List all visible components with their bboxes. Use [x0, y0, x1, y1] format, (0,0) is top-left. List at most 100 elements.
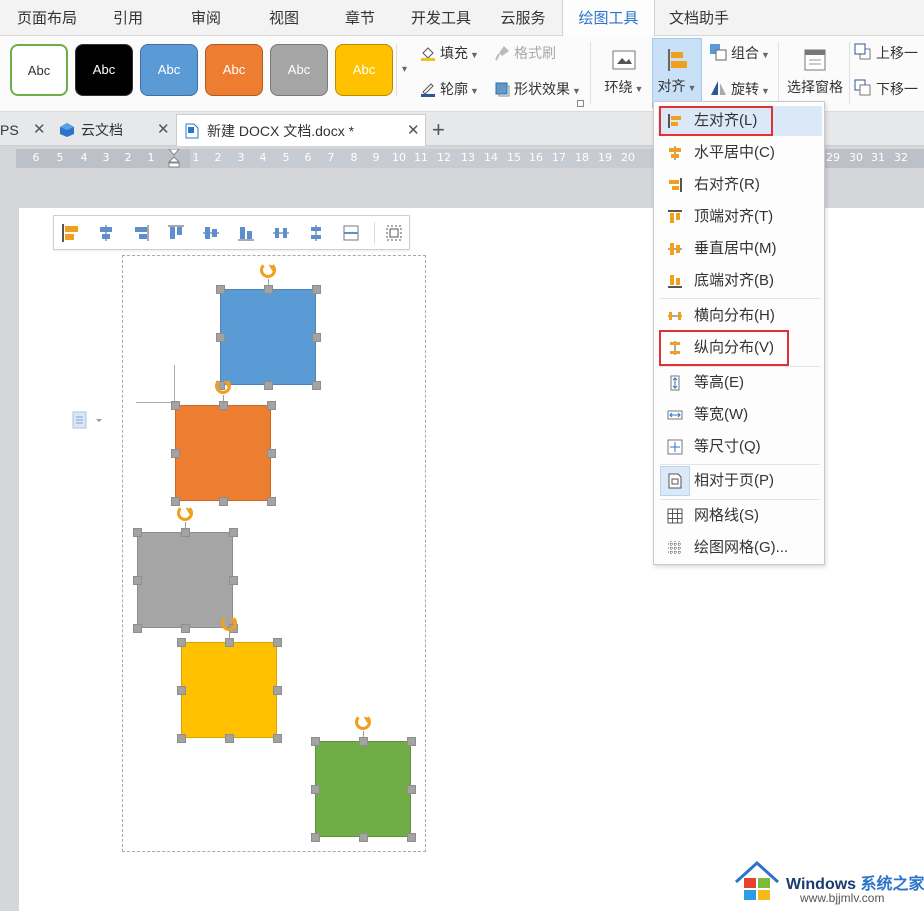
distribute-horizontal-icon[interactable] [272, 224, 290, 242]
shape-yellow-square[interactable] [181, 642, 277, 738]
close-icon[interactable]: ✕ [407, 115, 420, 147]
styles-more-icon[interactable]: ▾ [396, 44, 412, 96]
resize-handle[interactable] [273, 686, 282, 695]
group-selection-icon[interactable] [385, 224, 403, 242]
align-bottom-icon[interactable] [237, 224, 255, 242]
align-middle-icon[interactable] [202, 224, 220, 242]
shape-style-yellow[interactable]: Abc [335, 44, 393, 96]
resize-handle[interactable] [312, 333, 321, 342]
menu-item-same-width[interactable]: 等宽(W) [658, 400, 822, 430]
same-size-icon[interactable] [342, 224, 360, 242]
resize-handle[interactable] [171, 401, 180, 410]
resize-handle[interactable] [273, 734, 282, 743]
align-button[interactable]: 对齐 ▼ [652, 38, 702, 108]
tab-view[interactable]: 视图 [254, 0, 314, 36]
rotate-handle-icon[interactable] [177, 505, 193, 521]
group-button[interactable]: 组合 ▼ [709, 41, 770, 65]
selection-pane-button[interactable]: 选择窗格 [782, 38, 848, 108]
resize-handle[interactable] [229, 576, 238, 585]
resize-handle[interactable] [229, 528, 238, 537]
tab-cloud[interactable]: 云服务 [492, 0, 554, 36]
shape-orange-square[interactable] [175, 405, 271, 501]
resize-handle[interactable] [181, 624, 190, 633]
rotate-button[interactable]: 旋转 ▼ [709, 77, 770, 101]
menu-item-gridlines[interactable]: 网格线(S) [658, 501, 822, 531]
rotate-handle-icon[interactable] [215, 378, 231, 394]
resize-handle[interactable] [311, 785, 320, 794]
menu-item-align-top[interactable]: 顶端对齐(T) [658, 202, 822, 232]
resize-handle[interactable] [267, 449, 276, 458]
rotate-handle-icon[interactable] [260, 262, 276, 278]
tab-references[interactable]: 引用 [98, 0, 158, 36]
resize-handle[interactable] [219, 497, 228, 506]
menu-item-align-right[interactable]: 右对齐(R) [658, 170, 822, 200]
menu-item-align-middle[interactable]: 垂直居中(M) [658, 234, 822, 264]
resize-handle[interactable] [225, 734, 234, 743]
shape-gray-square[interactable] [137, 532, 233, 628]
resize-handle[interactable] [133, 576, 142, 585]
close-icon[interactable]: ✕ [33, 114, 46, 146]
align-left-icon[interactable] [61, 223, 81, 243]
outline-button[interactable]: 轮廓 ▼ [420, 77, 479, 101]
resize-handle[interactable] [267, 401, 276, 410]
align-center-icon[interactable] [97, 224, 115, 242]
tab-page-layout[interactable]: 页面布局 [4, 0, 90, 36]
rotate-handle-icon[interactable] [355, 714, 371, 730]
resize-handle[interactable] [407, 785, 416, 794]
menu-item-align-bottom[interactable]: 底端对齐(B) [658, 266, 822, 296]
indent-marker-icon[interactable] [168, 149, 180, 168]
menu-item-distribute-horizontal[interactable]: 横向分布(H) [658, 301, 822, 331]
fill-button[interactable]: 填充 ▼ [420, 41, 479, 65]
tab-drawing-tools[interactable]: 绘图工具 [562, 0, 655, 37]
distribute-vertical-icon[interactable] [307, 224, 325, 242]
align-right-icon[interactable] [132, 224, 150, 242]
doc-tab-current[interactable]: 新建 DOCX 文档.docx * ✕ [176, 114, 426, 146]
resize-handle[interactable] [312, 381, 321, 390]
menu-item-same-size[interactable]: 等尺寸(Q) [658, 432, 822, 462]
doc-tab-cloud[interactable]: 云文档 ✕ [56, 114, 174, 146]
doc-tab-ps[interactable]: PS ✕ [0, 114, 50, 146]
resize-handle[interactable] [359, 833, 368, 842]
tab-developer[interactable]: 开发工具 [404, 0, 478, 36]
bring-forward-button[interactable]: 上移一 [854, 41, 918, 65]
resize-handle[interactable] [407, 833, 416, 842]
resize-handle[interactable] [177, 734, 186, 743]
shape-style-gray[interactable]: Abc [270, 44, 328, 96]
menu-item-align-center[interactable]: 水平居中(C) [658, 138, 822, 168]
resize-handle[interactable] [311, 833, 320, 842]
dialog-launcher-icon[interactable] [577, 100, 584, 107]
tab-section[interactable]: 章节 [330, 0, 390, 36]
shape-effects-button[interactable]: 形状效果 ▼ [494, 77, 581, 101]
close-icon[interactable]: ✕ [157, 114, 170, 146]
resize-handle[interactable] [133, 528, 142, 537]
align-top-icon[interactable] [167, 224, 185, 242]
resize-handle[interactable] [216, 333, 225, 342]
shape-style-orange[interactable]: Abc [205, 44, 263, 96]
resize-handle[interactable] [312, 285, 321, 294]
resize-handle[interactable] [216, 285, 225, 294]
shape-green-square[interactable] [315, 741, 411, 837]
new-tab-button[interactable]: + [432, 114, 452, 146]
resize-handle[interactable] [407, 737, 416, 746]
tab-doc-assistant[interactable]: 文档助手 [662, 0, 736, 36]
resize-handle[interactable] [177, 686, 186, 695]
resize-handle[interactable] [171, 497, 180, 506]
format-brush-button[interactable]: 格式刷 [494, 41, 556, 65]
tab-review[interactable]: 审阅 [176, 0, 236, 36]
shape-blue-square[interactable] [220, 289, 316, 385]
menu-item-relative-to-page[interactable]: 相对于页(P) [658, 466, 822, 496]
resize-handle[interactable] [133, 624, 142, 633]
wrap-button[interactable]: 环绕 ▼ [598, 38, 650, 108]
resize-handle[interactable] [264, 381, 273, 390]
resize-handle[interactable] [177, 638, 186, 647]
menu-item-same-height[interactable]: 等高(E) [658, 368, 822, 398]
resize-handle[interactable] [273, 638, 282, 647]
rotate-handle-icon[interactable] [221, 615, 237, 631]
shape-style-white[interactable]: Abc [10, 44, 68, 96]
paragraph-layout-icon[interactable] [72, 411, 106, 429]
send-backward-button[interactable]: 下移一 [854, 77, 918, 101]
shape-style-blue[interactable]: Abc [140, 44, 198, 96]
resize-handle[interactable] [311, 737, 320, 746]
shape-style-black[interactable]: Abc [75, 44, 133, 96]
menu-item-drawing-grid[interactable]: 绘图网格(G)... [658, 533, 822, 563]
